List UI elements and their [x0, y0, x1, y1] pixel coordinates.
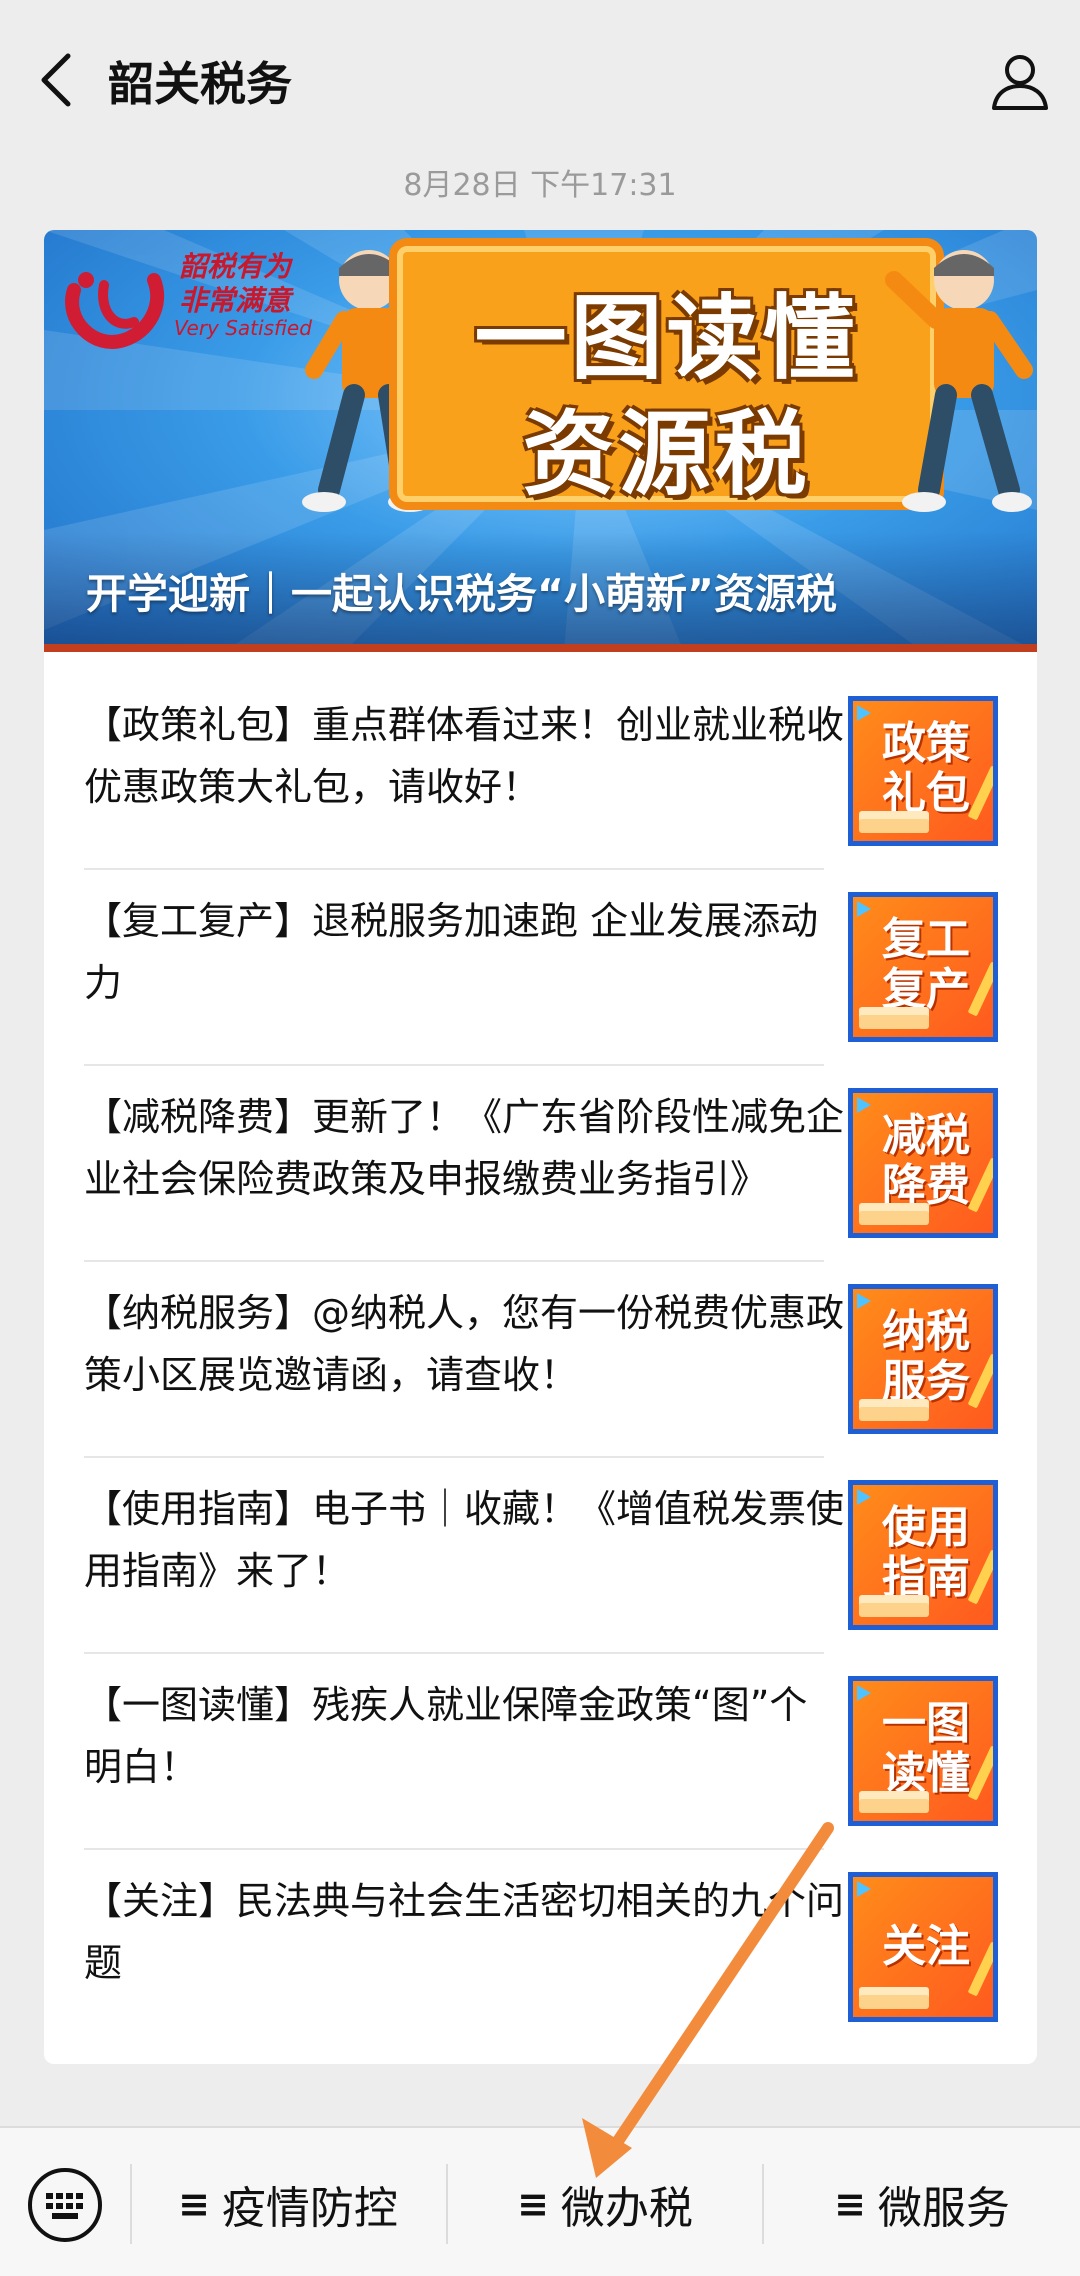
article-title: 【一图读懂】残疾人就业保障金政策“图”个明白！ — [84, 1683, 808, 1789]
cartoon-person-right — [885, 250, 1033, 512]
article-title: 【关注】民法典与社会生活密切相关的九个问题 — [84, 1879, 844, 1985]
list-item[interactable]: 【复工复产】退税服务加速跑 企业发展添动力 复工 复产 — [84, 848, 998, 1044]
person-icon[interactable] — [988, 50, 1052, 114]
book-icon — [859, 1015, 929, 1029]
article-title: 【复工复产】退税服务加速跑 企业发展添动力 — [84, 899, 819, 1005]
chevron-left-icon[interactable] — [32, 50, 80, 110]
menu-label: 疫情防控 — [221, 2183, 398, 2234]
message-timestamp: 8月28日 下午17:31 — [403, 168, 677, 203]
article-thumbnail: 政策 礼包 — [848, 696, 998, 846]
book-icon — [859, 1603, 929, 1617]
menu-list-icon: ≡ — [178, 2182, 210, 2226]
banner-caption: 开学迎新｜一起认识税务“小萌新”资源税 — [86, 570, 837, 618]
article-card: 韶税有为 非常满意 Very Satisfied 一图读懂 资源税 开学迎新｜一… — [44, 230, 1037, 2064]
banner-sign: 一图读懂 资源税 — [389, 238, 944, 510]
banner-divider — [44, 644, 1037, 652]
banner-article[interactable]: 韶税有为 非常满意 Very Satisfied 一图读懂 资源税 开学迎新｜一… — [44, 230, 1037, 652]
paper-plane-icon — [857, 705, 871, 721]
article-thumbnail: 纳税 服务 — [848, 1284, 998, 1434]
keyboard-icon[interactable] — [26, 2166, 104, 2244]
article-thumbnail: 使用 指南 — [848, 1480, 998, 1630]
book-icon — [859, 819, 929, 833]
menu-epidemic-prevention[interactable]: ≡ 疫情防控 — [132, 2174, 444, 2234]
article-thumbnail: 复工 复产 — [848, 892, 998, 1042]
article-thumbnail: 关注 — [848, 1872, 998, 2022]
list-item[interactable]: 【使用指南】电子书｜收藏！《增值税发票使用指南》来了！ 使用 指南 — [84, 1436, 998, 1632]
paper-plane-icon — [857, 1489, 871, 1505]
menu-label: 微服务 — [877, 2183, 1010, 2234]
article-title: 【使用指南】电子书｜收藏！《增值税发票使用指南》来了！ — [84, 1487, 844, 1593]
book-icon — [859, 1211, 929, 1225]
book-icon — [859, 1995, 929, 2009]
paper-plane-icon — [857, 1293, 871, 1309]
book-icon — [859, 1407, 929, 1421]
list-item[interactable]: 【一图读懂】残疾人就业保障金政策“图”个明白！ 一图 读懂 — [84, 1632, 998, 1828]
menu-micro-service[interactable]: ≡ 微服务 — [764, 2174, 1080, 2234]
paper-plane-icon — [857, 1685, 871, 1701]
header-bar: 韶关税务 — [0, 0, 1080, 148]
logo-text: 韶税有为 非常满意 — [179, 250, 292, 317]
article-title: 【政策礼包】重点群体看过来！创业就业税收优惠政策大礼包，请收好！ — [84, 703, 844, 809]
list-item[interactable]: 【关注】民法典与社会生活密切相关的九个问题 关注 — [84, 1828, 998, 2024]
paper-plane-icon — [857, 1097, 871, 1113]
article-title: 【纳税服务】@纳税人，您有一份税费优惠政策小区展览邀请函，请查收！ — [84, 1291, 844, 1397]
menu-list-icon: ≡ — [517, 2182, 549, 2226]
page-title: 韶关税务 — [108, 57, 292, 111]
menu-list-icon: ≡ — [834, 2182, 866, 2226]
bottom-menu-bar: ≡ 疫情防控 ≡ 微办税 ≡ 微服务 — [0, 2126, 1080, 2276]
list-item[interactable]: 【减税降费】更新了！《广东省阶段性减免企业社会保险费政策及申报缴费业务指引》 减… — [84, 1044, 998, 1240]
paper-plane-icon — [857, 1881, 871, 1897]
article-title: 【减税降费】更新了！《广东省阶段性减免企业社会保险费政策及申报缴费业务指引》 — [84, 1095, 844, 1201]
book-icon — [859, 1799, 929, 1813]
menu-micro-tax[interactable]: ≡ 微办税 — [448, 2174, 762, 2234]
article-thumbnail: 减税 降费 — [848, 1088, 998, 1238]
banner-sign-line2: 资源税 — [522, 401, 811, 508]
logo-subtext: Very Satisfied — [174, 316, 312, 340]
article-thumbnail: 一图 读懂 — [848, 1676, 998, 1826]
menu-label: 微办税 — [560, 2183, 693, 2234]
list-item[interactable]: 【纳税服务】@纳税人，您有一份税费优惠政策小区展览邀请函，请查收！ 纳税 服务 — [84, 1240, 998, 1436]
list-item[interactable]: 【政策礼包】重点群体看过来！创业就业税收优惠政策大礼包，请收好！ 政策 礼包 — [84, 652, 998, 848]
banner-sign-line1: 一图读懂 — [474, 285, 859, 392]
paper-plane-icon — [857, 901, 871, 917]
